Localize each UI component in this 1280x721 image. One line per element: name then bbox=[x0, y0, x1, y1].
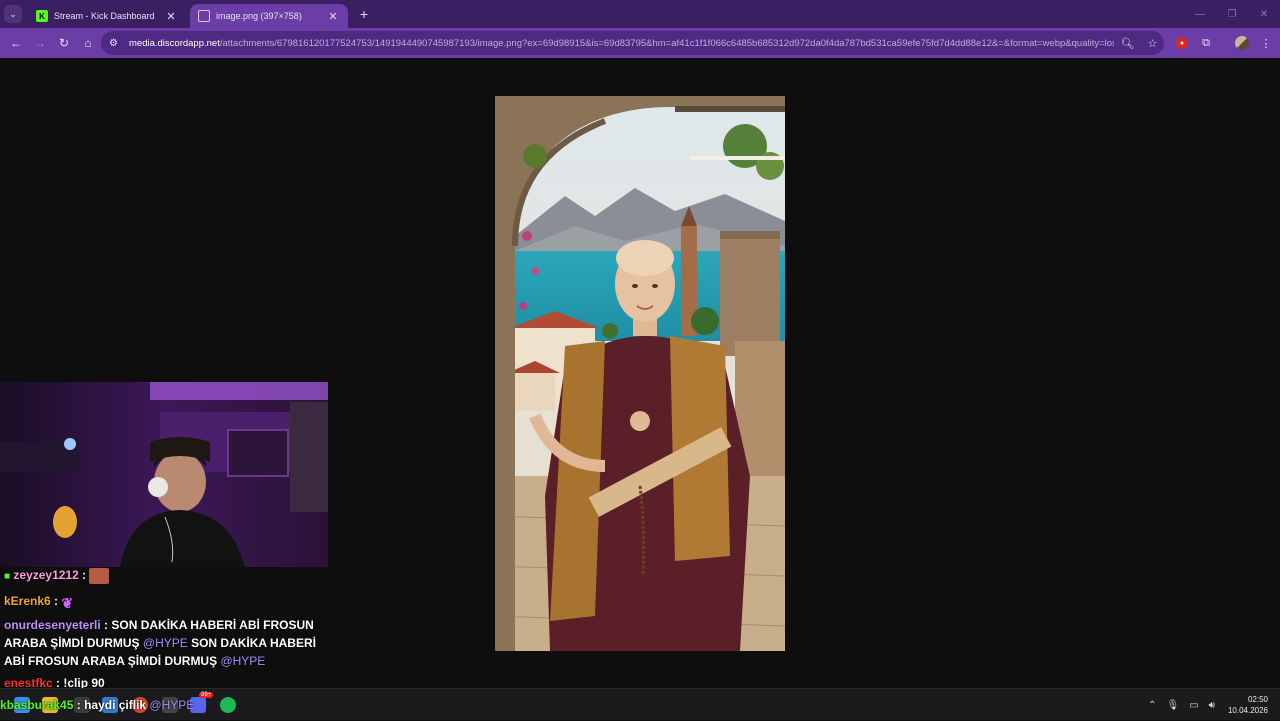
chat-message-overlay: kbasburak45 : haydi çiflik @HYPE bbox=[0, 698, 194, 712]
chat-message: ■ zeyzey1212 : bbox=[4, 566, 334, 586]
chat-separator: : bbox=[78, 568, 90, 582]
address-bar[interactable]: ⚙ media.discordapp.net/attachments/67981… bbox=[101, 31, 1164, 55]
chat-username: kbasburak45 bbox=[0, 698, 74, 712]
maximize-button[interactable]: ❐ bbox=[1216, 0, 1248, 28]
close-icon[interactable]: ✕ bbox=[164, 10, 178, 23]
record-icon: ● bbox=[1176, 37, 1188, 49]
arrow-left-icon: ← bbox=[10, 36, 22, 50]
home-icon: ⌂ bbox=[84, 36, 92, 50]
browser-toolbar: ← → ↻ ⌂ ⚙ media.discordapp.net/attachmen… bbox=[0, 28, 1280, 58]
chat-mention[interactable]: @HYPE bbox=[220, 654, 265, 668]
forward-button[interactable]: → bbox=[28, 31, 52, 55]
minimize-button[interactable]: — bbox=[1184, 0, 1216, 28]
back-button[interactable]: ← bbox=[4, 31, 28, 55]
profile-button[interactable] bbox=[1232, 33, 1252, 53]
close-icon[interactable]: ✕ bbox=[326, 10, 340, 23]
tab-title: Stream - Kick Dashboard bbox=[54, 11, 155, 21]
tab-search-button[interactable]: ⌄ bbox=[4, 5, 22, 23]
display-icon[interactable]: ▭ bbox=[1189, 700, 1198, 711]
reload-button[interactable]: ↻ bbox=[52, 31, 76, 55]
butterfly-emote-icon: ❦ bbox=[61, 594, 74, 611]
bookmark-star-icon[interactable]: ☆ bbox=[1148, 37, 1158, 50]
portrait-illustration bbox=[495, 96, 785, 651]
chat-username: zeyzey1212 bbox=[13, 568, 79, 582]
car-emote-icon bbox=[89, 567, 110, 584]
system-tray: ⌃ 🎙︎ ▭ 🔊︎ 02:50 10.04.2026 bbox=[1143, 689, 1280, 721]
camera-badge-icon: ■ bbox=[4, 571, 11, 582]
new-tab-button[interactable]: + bbox=[356, 6, 372, 22]
arrow-right-icon: → bbox=[34, 36, 46, 50]
url-text[interactable]: media.discordapp.net/attachments/6798161… bbox=[129, 38, 1114, 49]
chat-separator: : bbox=[50, 594, 62, 608]
extension-button[interactable]: ● bbox=[1172, 33, 1192, 53]
chat-username: kErenk6 bbox=[4, 594, 51, 608]
tab-kick-dashboard[interactable]: K Stream - Kick Dashboard ✕ bbox=[28, 4, 186, 28]
microphone-icon[interactable]: 🎙︎ bbox=[1166, 700, 1179, 711]
webcam-overlay bbox=[0, 382, 328, 567]
url-host: media.discordapp.net bbox=[129, 37, 220, 49]
extensions-button[interactable]: ⧉ bbox=[1196, 33, 1216, 53]
discord-badge: 99+ bbox=[199, 692, 214, 698]
zoom-icon[interactable]: 🔍︎ bbox=[1121, 37, 1135, 50]
chat-message: kErenk6 : ❦ bbox=[4, 592, 334, 611]
site-info-icon[interactable]: ⚙ bbox=[109, 38, 125, 49]
clock-date: 10.04.2026 bbox=[1227, 706, 1268, 715]
chevron-down-icon: ⌄ bbox=[9, 8, 17, 19]
menu-button[interactable]: ⋮ bbox=[1256, 33, 1276, 53]
chat-mention[interactable]: @HYPE bbox=[143, 636, 188, 650]
url-path: /attachments/679816120177524753/14919444… bbox=[219, 37, 1114, 49]
home-button[interactable]: ⌂ bbox=[76, 31, 100, 55]
tab-title: image.png (397×758) bbox=[216, 11, 302, 21]
chat-separator: : bbox=[100, 618, 112, 632]
kebab-menu-icon: ⋮ bbox=[1260, 37, 1272, 50]
close-window-button[interactable]: ✕ bbox=[1248, 0, 1280, 28]
viewed-image bbox=[495, 96, 785, 651]
chat-separator: : bbox=[73, 698, 85, 712]
kick-icon: K bbox=[36, 10, 48, 22]
puzzle-icon: ⧉ bbox=[1202, 36, 1210, 49]
tab-strip: ⌄ K Stream - Kick Dashboard ✕ image.png … bbox=[0, 0, 1280, 28]
chat-text: haydi çiflik bbox=[84, 698, 150, 712]
chevron-up-icon[interactable]: ⌃ bbox=[1148, 700, 1156, 711]
window-controls: — ❐ ✕ bbox=[1184, 0, 1280, 28]
clock-time: 02:50 bbox=[1247, 695, 1268, 704]
spotify-icon[interactable] bbox=[220, 697, 236, 713]
stream-chat: ■ zeyzey1212 : kErenk6 : ❦ onurdesenyete… bbox=[4, 566, 334, 692]
volume-icon[interactable]: 🔊︎ bbox=[1209, 700, 1215, 711]
system-clock[interactable]: 02:50 10.04.2026 bbox=[1228, 694, 1268, 716]
avatar bbox=[1235, 36, 1249, 50]
reload-icon: ↻ bbox=[58, 36, 70, 50]
tab-image[interactable]: image.png (397×758) ✕ bbox=[190, 4, 348, 28]
webcam-illustration bbox=[0, 382, 328, 567]
chat-username: onurdesenyeterli bbox=[4, 618, 101, 632]
chat-message: onurdesenyeterli : SON DAKİKA HABERİ ABİ… bbox=[4, 616, 334, 670]
globe-icon bbox=[198, 10, 210, 22]
chat-mention[interactable]: @HYPE bbox=[149, 698, 194, 712]
